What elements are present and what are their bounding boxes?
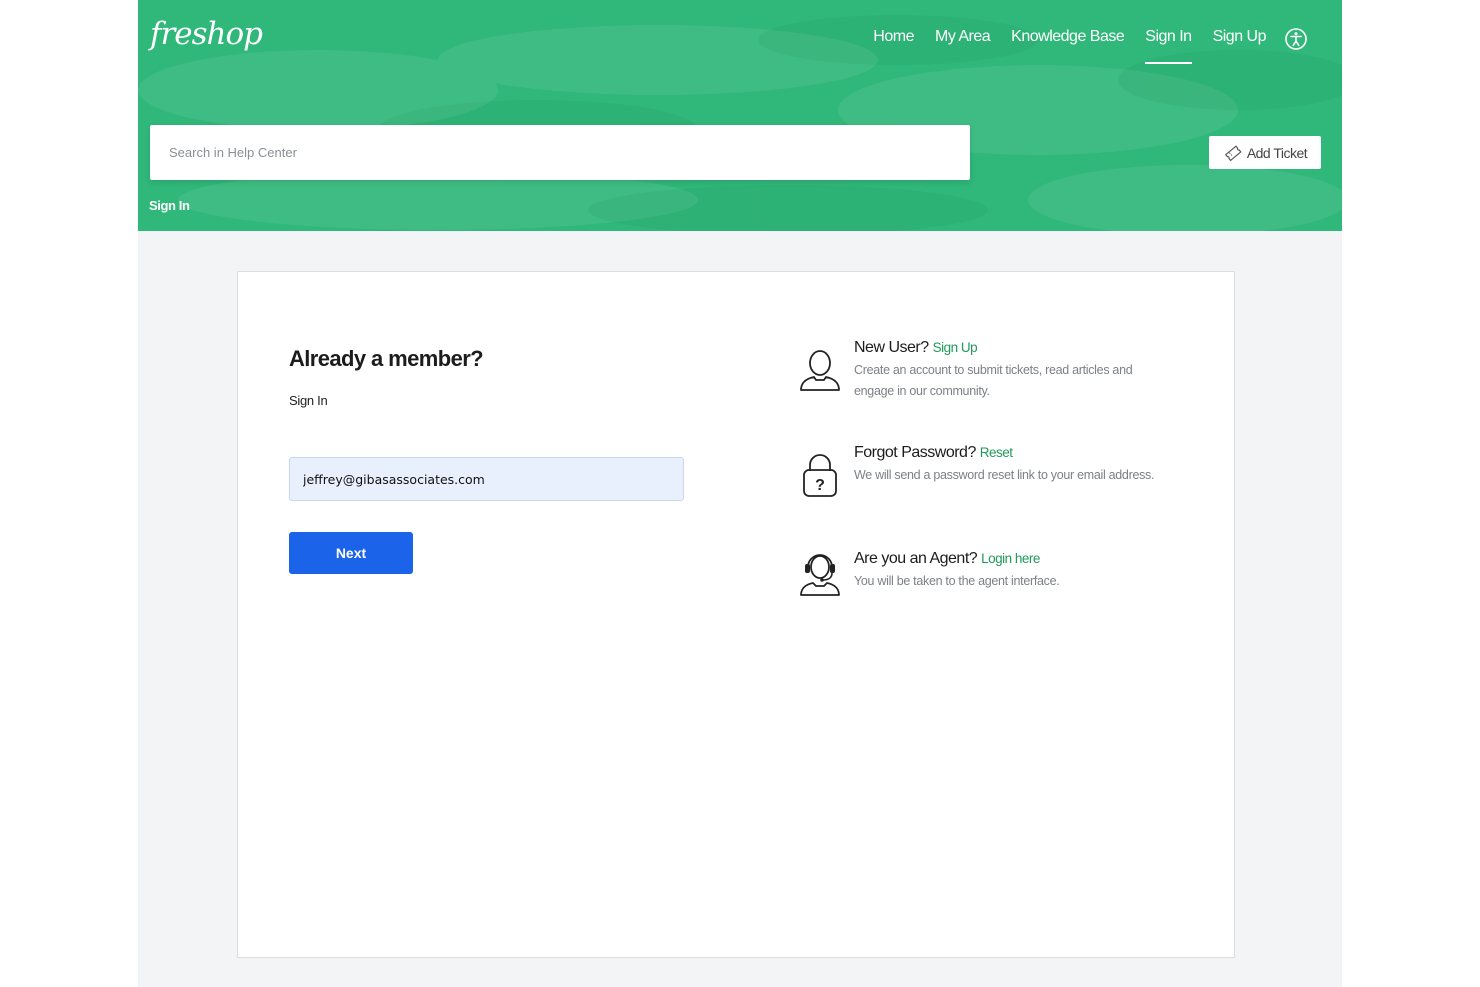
agent-login-link[interactable]: Login here: [981, 551, 1040, 566]
nav-my-area[interactable]: My Area: [935, 27, 991, 64]
next-button[interactable]: Next: [289, 532, 413, 574]
nav-knowledge-base[interactable]: Knowledge Base: [1011, 27, 1125, 64]
nav-sign-up[interactable]: Sign Up: [1213, 27, 1267, 64]
new-user-description: Create an account to submit tickets, rea…: [854, 363, 1133, 398]
reset-link[interactable]: Reset: [980, 445, 1013, 460]
page-background: freshop Home My Area Knowledge Base Sign…: [138, 0, 1342, 987]
email-field[interactable]: [289, 457, 684, 501]
breadcrumb[interactable]: Sign In: [149, 198, 190, 213]
sign-in-heading: Already a member?: [289, 346, 484, 371]
new-user-block: New User? Sign Up Create an account to s…: [798, 338, 1178, 408]
lock-question-icon: ?: [803, 454, 837, 497]
svg-text:?: ?: [815, 477, 825, 494]
ticket-icon: [1224, 144, 1242, 161]
forgot-password-title: Forgot Password?: [854, 444, 976, 461]
sign-in-subheading: Sign In: [289, 393, 328, 408]
new-user-title: New User?: [854, 339, 929, 356]
nav-home[interactable]: Home: [873, 27, 914, 64]
sign-up-link[interactable]: Sign Up: [933, 340, 978, 355]
user-icon: [800, 350, 840, 391]
agent-block: Are you an Agent? Login here You will be…: [798, 549, 1178, 609]
headset-agent-icon: [800, 554, 840, 596]
freshop-logo[interactable]: freshop: [150, 16, 263, 52]
nav-sign-in[interactable]: Sign In: [1145, 27, 1192, 64]
forgot-password-block: ? Forgot Password? Reset We will send a …: [798, 443, 1178, 513]
agent-title: Are you an Agent?: [854, 550, 978, 567]
site-header: freshop Home My Area Knowledge Base Sign…: [138, 0, 1342, 231]
top-nav: Home My Area Knowledge Base Sign In Sign…: [873, 27, 1267, 64]
add-ticket-label: Add Ticket: [1246, 144, 1308, 161]
forgot-password-description: We will send a password reset link to yo…: [854, 468, 1155, 482]
add-ticket-button[interactable]: Add Ticket: [1209, 136, 1321, 169]
sign-in-card: Already a member? Sign In Next New User?…: [237, 271, 1235, 958]
accessibility-icon[interactable]: [1284, 27, 1308, 51]
help-center-search-input[interactable]: [150, 125, 970, 180]
agent-description: You will be taken to the agent interface…: [854, 574, 1060, 588]
